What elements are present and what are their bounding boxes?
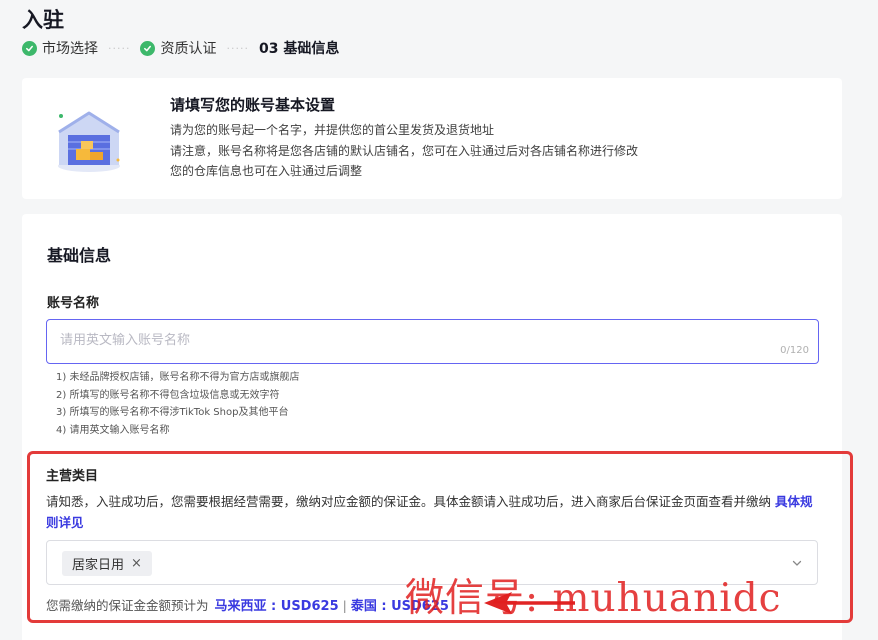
- category-tag: 居家日用 ×: [62, 551, 152, 576]
- intro-line: 您的仓库信息也可在入驻通过后调整: [170, 164, 363, 178]
- main-category-label: 主营类目: [46, 469, 99, 484]
- account-name-field[interactable]: 0/120: [46, 319, 819, 364]
- check-circle-icon: [140, 40, 156, 56]
- deposit-malaysia: 马来西亚 : USD625: [214, 599, 339, 614]
- deposit-prefix: 您需缴纳的保证金金额预计为: [46, 598, 209, 613]
- chevron-down-icon[interactable]: [791, 557, 803, 569]
- rule-item: 1) 未经品牌授权店铺，账号名称不得为官方店或旗舰店: [56, 372, 300, 383]
- step-qualification: 资质认证: [140, 38, 216, 58]
- deposit-estimate: 您需缴纳的保证金金额预计为 马来西亚 : USD625 | 泰国 : USD62…: [46, 595, 449, 614]
- step-label: 资质认证: [160, 41, 217, 57]
- char-counter: 0/120: [780, 345, 809, 356]
- warehouse-illustration: [58, 111, 120, 172]
- step-progress: 市场选择 ····· 资质认证 ····· 03 基础信息: [22, 38, 339, 58]
- check-circle-icon: [22, 40, 37, 56]
- step-market-selection: 市场选择: [22, 38, 98, 58]
- account-name-label: 账号名称: [47, 296, 100, 311]
- description-text: 请知悉，入驻成功后，您需要根据经营需要，缴纳对应金额的保证金。具体金额请入驻成功…: [46, 494, 772, 509]
- rule-item: 3) 所填写的账号名称不得涉TikTok Shop及其他平台: [56, 407, 289, 418]
- step-label: 03 基础信息: [258, 41, 340, 57]
- page-title: 入驻: [22, 8, 64, 32]
- rule-item: 4) 请用英文输入账号名称: [56, 424, 170, 436]
- step-separator: ·····: [226, 41, 249, 55]
- intro-line: 请注意，账号名称将是您各店铺的默认店铺名，您可在入驻通过后对各店铺名称进行修改: [170, 143, 639, 158]
- category-tag-label: 居家日用: [72, 558, 125, 573]
- close-icon[interactable]: ×: [131, 556, 142, 571]
- section-title: 基础信息: [47, 246, 112, 265]
- intro-line: 请为您的账号起一个名字，并提供您的首公里发货及退货地址: [170, 123, 495, 137]
- main-category-description: 请知悉，入驻成功后，您需要根据经营需要，缴纳对应金额的保证金。具体金额请入驻成功…: [46, 491, 821, 533]
- rule-item: 2) 所填写的账号名称不得包含垃圾信息或无效字符: [56, 389, 280, 401]
- deposit-separator: |: [342, 598, 347, 613]
- watermark-text: 微信号: muhuanidc: [405, 576, 782, 621]
- step-basic-info: 03 基础信息: [259, 38, 339, 58]
- account-name-rules: 1) 未经品牌授权店铺，账号名称不得为官方店或旗舰店 2) 所填写的账号名称不得…: [56, 369, 299, 439]
- step-separator: ·····: [108, 41, 131, 55]
- intro-text: 请填写您的账号基本设置 请为您的账号起一个名字，并提供您的首公里发货及退货地址 …: [170, 94, 638, 182]
- step-label: 市场选择: [42, 41, 98, 57]
- intro-card: 请填写您的账号基本设置 请为您的账号起一个名字，并提供您的首公里发货及退货地址 …: [22, 78, 842, 199]
- account-name-input[interactable]: [47, 320, 727, 360]
- intro-title: 请填写您的账号基本设置: [170, 96, 336, 114]
